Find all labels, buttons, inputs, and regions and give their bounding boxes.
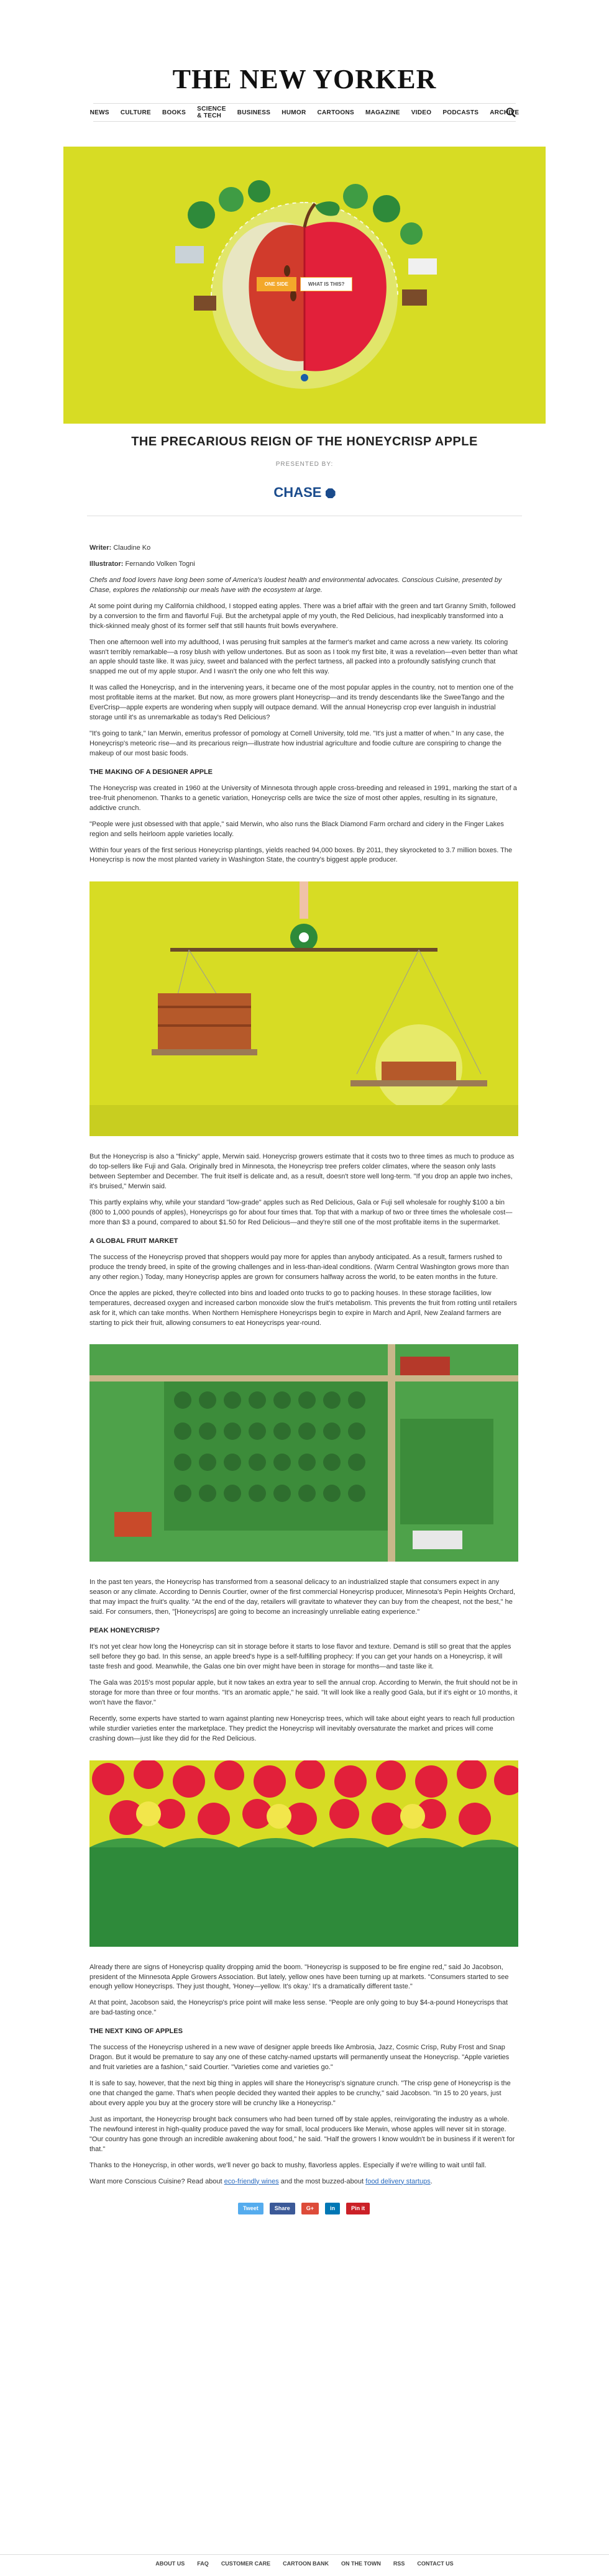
presented-by-label: PRESENTED BY: (275, 461, 334, 468)
paragraph: The success of the Honeycrisp ushered in… (89, 2044, 510, 2072)
paragraph: Once the apples are picked, they're coll… (89, 1289, 517, 1327)
nav-humor[interactable]: HUMOR (282, 109, 306, 116)
article-title: THE PRECARIOUS REIGN OF THE HONEYCRISP A… (131, 435, 478, 448)
scale-illustration (89, 881, 518, 1137)
facebook-share-button[interactable]: Share (269, 2203, 295, 2215)
article-body: Writer: Claudine Ko Illustrator: Fernand… (89, 544, 518, 2227)
paragraph: At that point, Jacobson said, the Honeyc… (89, 1999, 508, 2017)
nav-business[interactable]: BUSINESS (237, 109, 271, 116)
sponsor-logo[interactable]: CHASE (0, 485, 609, 501)
paragraph: The Gala was 2015's most popular apple, … (89, 1678, 518, 1706)
nav-podcasts[interactable]: PODCASTS (442, 109, 478, 116)
paragraph: It's not yet clear how long the Honeycri… (89, 1643, 511, 1670)
paragraph: The Honeycrisp was created in 1960 at th… (89, 784, 517, 812)
paragraph: But the Honeycrisp is also a "finicky" a… (89, 1153, 515, 1191)
footer-cartoon-bank[interactable]: CARTOON BANK (283, 2560, 329, 2567)
nav-culture[interactable]: CULTURE (121, 109, 151, 116)
footer-on-the-town[interactable]: ON THE TOWN (341, 2560, 381, 2567)
footer-about-us[interactable]: ABOUT US (155, 2560, 185, 2567)
paragraph: At some point during my California child… (89, 602, 516, 630)
google-plus-button[interactable]: G+ (301, 2203, 319, 2215)
main-nav: NEWS CULTURE BOOKS SCIENCE & TECH BUSINE… (90, 103, 519, 122)
writer-credit: Writer: Claudine Ko (89, 544, 151, 552)
linkedin-share-button[interactable]: in (325, 2203, 341, 2215)
tab-one-side[interactable]: ONE SIDE (256, 277, 296, 291)
intro-paragraph: Chefs and food lovers have long been som… (89, 576, 502, 594)
orchard-illustration (89, 1344, 518, 1562)
paragraph: In the past ten years, the Honeycrisp ha… (89, 1578, 516, 1616)
site-footer: ABOUT US FAQ CUSTOMER CARE CARTOON BANK … (0, 2554, 609, 2572)
footer-faq[interactable]: FAQ (197, 2560, 209, 2567)
hero-illustration: ONE SIDE WHAT IS THIS? (63, 147, 546, 424)
site-logo[interactable]: THE NEW YORKER (0, 63, 609, 95)
paragraph: Then one afternoon well into my adulthoo… (89, 638, 518, 676)
pinterest-button[interactable]: Pin it (346, 2203, 370, 2215)
apples-field-illustration (89, 1760, 518, 1947)
section-heading: PEAK HONEYCRISP? (89, 1627, 160, 1635)
eco-wines-link[interactable]: eco-friendly wines (224, 2178, 279, 2185)
paragraph: The success of the Honeycrisp proved tha… (89, 1253, 509, 1281)
section-heading: THE NEXT KING OF APPLES (89, 2028, 183, 2036)
food-delivery-link[interactable]: food delivery startups (365, 2178, 431, 2185)
footer-customer-care[interactable]: CUSTOMER CARE (221, 2560, 270, 2567)
footer-contact-us[interactable]: CONTACT US (417, 2560, 453, 2567)
tweet-button[interactable]: Tweet (237, 2203, 263, 2215)
paragraph: It is safe to say, however, that the nex… (89, 2080, 511, 2107)
share-bar: Tweet Share G+ in Pin it (89, 2203, 518, 2215)
nav-magazine[interactable]: MAGAZINE (365, 109, 400, 116)
section-heading: A GLOBAL FRUIT MARKET (89, 1237, 178, 1245)
nav-cartoons[interactable]: CARTOONS (318, 109, 354, 116)
paragraph: "It's going to tank," Ian Merwin, emerit… (89, 730, 505, 757)
section-heading: THE MAKING OF A DESIGNER APPLE (89, 768, 213, 776)
nav-books[interactable]: BOOKS (162, 109, 186, 116)
nav-news[interactable]: NEWS (90, 109, 109, 116)
illustrator-credit: Illustrator: Fernando Volken Togni (89, 560, 195, 568)
paragraph: Already there are signs of Honeycrisp qu… (89, 1963, 509, 1991)
paragraph: This partly explains why, while your sta… (89, 1199, 513, 1226)
paragraph: It was called the Honeycrisp, and in the… (89, 684, 514, 722)
nav-video[interactable]: VIDEO (411, 109, 432, 116)
paragraph: Within four years of the first serious H… (89, 846, 513, 864)
chase-octagon-icon (325, 488, 336, 499)
tab-what-is-this[interactable]: WHAT IS THIS? (300, 277, 353, 291)
paragraph: Just as important, the Honeycrisp brough… (89, 2115, 515, 2153)
paragraph: Thanks to the Honeycrisp, in other words… (89, 2161, 487, 2169)
footer-rss[interactable]: RSS (393, 2560, 405, 2567)
nav-science-tech[interactable]: SCIENCE & TECH (197, 106, 226, 119)
hero-tabs: ONE SIDE WHAT IS THIS? (63, 277, 546, 291)
paragraph: "People were just obsessed with that app… (89, 820, 504, 838)
search-icon[interactable] (506, 107, 516, 117)
paragraph: Recently, some experts have started to w… (89, 1714, 515, 1742)
outro-paragraph: Want more Conscious Cuisine? Read about … (89, 2177, 433, 2185)
